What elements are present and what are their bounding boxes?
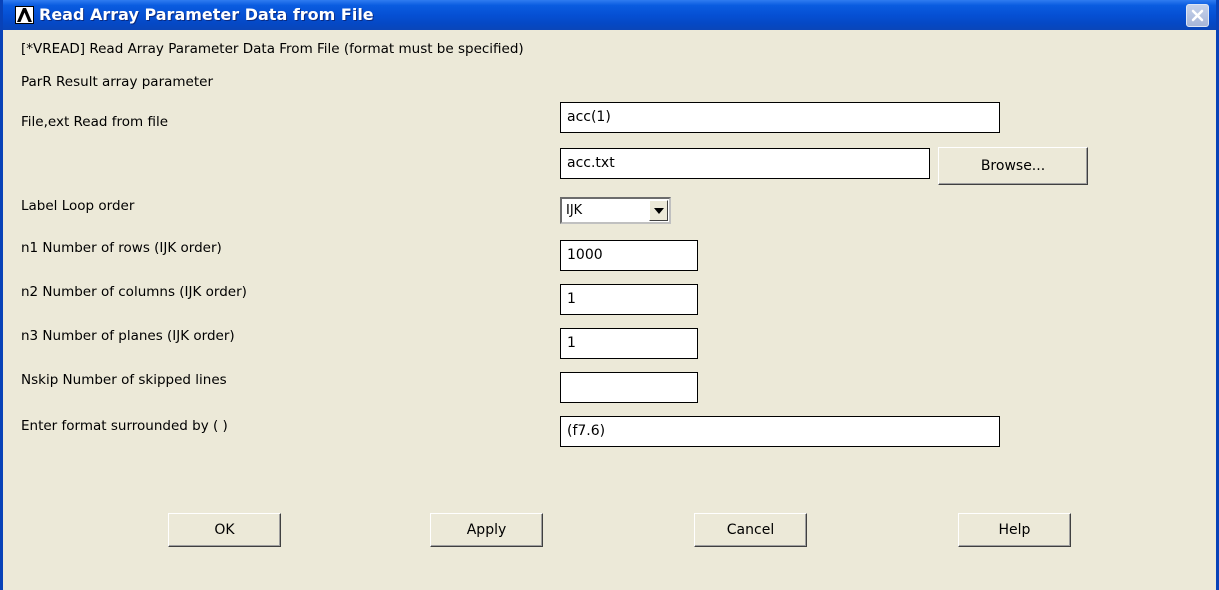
n2-input[interactable]: 1 (560, 284, 698, 315)
parr-label: ParR Result array parameter (21, 74, 213, 90)
format-input[interactable]: (f7.6) (560, 416, 1000, 447)
chevron-down-icon[interactable] (649, 200, 668, 221)
format-label: Enter format surrounded by ( ) (21, 418, 228, 434)
loop-order-value: IJK (566, 203, 583, 218)
ansys-logo-icon (15, 6, 34, 24)
cancel-button[interactable]: Cancel (694, 513, 807, 547)
n3-input[interactable]: 1 (560, 328, 698, 359)
dialog-window: Read Array Parameter Data from File [*VR… (0, 0, 1219, 590)
file-label: File,ext Read from file (21, 114, 169, 130)
n2-label: n2 Number of columns (IJK order) (21, 284, 247, 300)
n1-input[interactable]: 1000 (560, 240, 698, 271)
apply-button[interactable]: Apply (430, 513, 543, 547)
close-icon (1191, 9, 1204, 22)
parr-input[interactable]: acc(1) (560, 102, 1000, 133)
help-button[interactable]: Help (958, 513, 1071, 547)
window-title: Read Array Parameter Data from File (39, 5, 374, 24)
command-description: [*VREAD] Read Array Parameter Data From … (21, 41, 524, 57)
loop-order-label: Label Loop order (21, 198, 135, 214)
loop-order-select[interactable]: IJK (560, 197, 671, 224)
close-button[interactable] (1186, 4, 1209, 27)
ok-button[interactable]: OK (168, 513, 281, 547)
n3-label: n3 Number of planes (IJK order) (21, 328, 235, 344)
n1-label: n1 Number of rows (IJK order) (21, 240, 222, 256)
nskip-label: Nskip Number of skipped lines (21, 372, 227, 388)
nskip-input[interactable] (560, 372, 698, 403)
title-bar[interactable]: Read Array Parameter Data from File (3, 0, 1216, 30)
file-input[interactable]: acc.txt (560, 148, 930, 179)
browse-button[interactable]: Browse... (938, 147, 1088, 185)
